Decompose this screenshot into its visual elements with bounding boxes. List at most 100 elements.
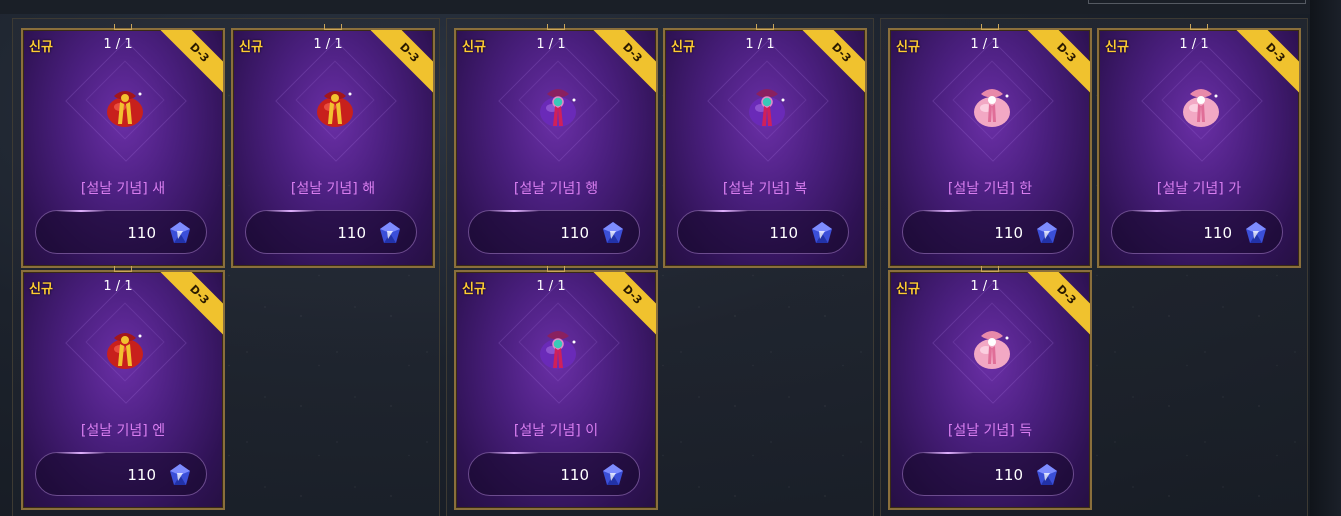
buy-button[interactable]: 110: [35, 452, 207, 496]
shop-item-card[interactable]: 신규 1 / 1 D-3 [설날 기념] 한 110: [888, 28, 1092, 268]
days-left-ribbon: D-3: [588, 30, 656, 97]
card-top-ornament: [547, 266, 565, 272]
new-badge: 신규: [29, 282, 53, 297]
card-top-ornament: [547, 24, 565, 30]
red-lucky-bag-icon: [100, 322, 150, 372]
red-lucky-bag-icon: [100, 80, 150, 130]
shop-item-card[interactable]: 신규 1 / 1 D-3 [설날 기념] 행 110: [454, 28, 658, 268]
card-diamond-decoration: [85, 302, 165, 382]
purple-lucky-bag-icon: [742, 80, 792, 130]
item-price: 110: [127, 466, 156, 484]
top-input-box[interactable]: [1088, 0, 1306, 4]
buy-button[interactable]: 110: [902, 452, 1074, 496]
new-badge: 신규: [671, 40, 695, 55]
shop-item-card[interactable]: 신규 1 / 1 D-3 [설날 기념] 새 110: [21, 28, 225, 268]
card-diamond-decoration: [727, 60, 807, 140]
blue-crystal-gem-icon: [601, 463, 625, 487]
shop-item-card[interactable]: 신규 1 / 1 D-3 [설날 기념] 엔 110: [21, 270, 225, 510]
item-price: 110: [994, 466, 1023, 484]
purchase-limit-count: 1 / 1: [970, 279, 1000, 294]
item-title: [설날 기념] 이: [513, 423, 599, 439]
buy-button[interactable]: 110: [468, 210, 640, 254]
days-left-ribbon: D-3: [155, 272, 223, 339]
days-left-ribbon: D-3: [1022, 272, 1090, 339]
card-top-ornament: [756, 24, 774, 30]
purple-lucky-bag-icon: [533, 322, 583, 372]
buy-button[interactable]: 110: [677, 210, 849, 254]
item-price: 110: [769, 224, 798, 242]
card-diamond-decoration: [85, 60, 165, 140]
buy-button[interactable]: 110: [468, 452, 640, 496]
buy-button[interactable]: 110: [902, 210, 1074, 254]
item-price: 110: [1203, 224, 1232, 242]
new-badge: 신규: [896, 282, 920, 297]
card-diamond-decoration: [1161, 60, 1241, 140]
days-left-ribbon: D-3: [1022, 30, 1090, 97]
item-title: [설날 기념] 가: [1156, 181, 1242, 197]
shop-item-card[interactable]: 신규 1 / 1 D-3 [설날 기념] 이 110: [454, 270, 658, 510]
purchase-limit-count: 1 / 1: [745, 37, 775, 52]
purchase-limit-count: 1 / 1: [103, 37, 133, 52]
days-left-ribbon: D-3: [797, 30, 865, 97]
days-left-ribbon: D-3: [155, 30, 223, 97]
new-badge: 신규: [1105, 40, 1129, 55]
new-badge: 신규: [896, 40, 920, 55]
new-badge: 신규: [239, 40, 263, 55]
new-badge: 신규: [29, 40, 53, 55]
purple-lucky-bag-icon: [533, 80, 583, 130]
blue-crystal-gem-icon: [1035, 463, 1059, 487]
item-title: [설날 기념] 해: [290, 181, 376, 197]
item-title: [설날 기념] 복: [722, 181, 808, 197]
blue-crystal-gem-icon: [168, 221, 192, 245]
blue-crystal-gem-icon: [168, 463, 192, 487]
item-price: 110: [994, 224, 1023, 242]
card-top-ornament: [324, 24, 342, 30]
pink-lucky-bag-icon: [967, 80, 1017, 130]
item-title: [설날 기념] 새: [80, 181, 166, 197]
purchase-limit-count: 1 / 1: [1179, 37, 1209, 52]
shop-item-card[interactable]: 신규 1 / 1 D-3 [설날 기념] 득 110: [888, 270, 1092, 510]
red-lucky-bag-icon: [310, 80, 360, 130]
item-price: 110: [337, 224, 366, 242]
item-price: 110: [560, 466, 589, 484]
days-left-ribbon: D-3: [365, 30, 433, 97]
item-price: 110: [560, 224, 589, 242]
shop-item-card[interactable]: 신규 1 / 1 D-3 [설날 기념] 해 110: [231, 28, 435, 268]
pink-lucky-bag-icon: [1176, 80, 1226, 130]
item-title: [설날 기념] 엔: [80, 423, 166, 439]
card-top-ornament: [114, 266, 132, 272]
item-price: 110: [127, 224, 156, 242]
blue-crystal-gem-icon: [1244, 221, 1268, 245]
card-diamond-decoration: [518, 302, 598, 382]
purchase-limit-count: 1 / 1: [103, 279, 133, 294]
shop-item-card[interactable]: 신규 1 / 1 D-3 [설날 기념] 가 110: [1097, 28, 1301, 268]
buy-button[interactable]: 110: [35, 210, 207, 254]
blue-crystal-gem-icon: [1035, 221, 1059, 245]
card-diamond-decoration: [952, 60, 1032, 140]
card-top-ornament: [981, 24, 999, 30]
purchase-limit-count: 1 / 1: [970, 37, 1000, 52]
item-title: [설날 기념] 행: [513, 181, 599, 197]
new-badge: 신규: [462, 40, 486, 55]
card-diamond-decoration: [952, 302, 1032, 382]
blue-crystal-gem-icon: [378, 221, 402, 245]
card-top-ornament: [1190, 24, 1208, 30]
new-badge: 신규: [462, 282, 486, 297]
buy-button[interactable]: 110: [245, 210, 417, 254]
shop-item-card[interactable]: 신규 1 / 1 D-3 [설날 기념] 복 110: [663, 28, 867, 268]
scroll-area-edge: [1310, 0, 1341, 516]
purchase-limit-count: 1 / 1: [536, 279, 566, 294]
item-title: [설날 기념] 한: [947, 181, 1033, 197]
card-diamond-decoration: [518, 60, 598, 140]
purchase-limit-count: 1 / 1: [536, 37, 566, 52]
card-diamond-decoration: [295, 60, 375, 140]
item-title: [설날 기념] 득: [947, 423, 1033, 439]
blue-crystal-gem-icon: [601, 221, 625, 245]
card-top-ornament: [114, 24, 132, 30]
days-left-ribbon: D-3: [1231, 30, 1299, 97]
days-left-ribbon: D-3: [588, 272, 656, 339]
blue-crystal-gem-icon: [810, 221, 834, 245]
card-top-ornament: [981, 266, 999, 272]
pink-lucky-bag-icon: [967, 322, 1017, 372]
buy-button[interactable]: 110: [1111, 210, 1283, 254]
